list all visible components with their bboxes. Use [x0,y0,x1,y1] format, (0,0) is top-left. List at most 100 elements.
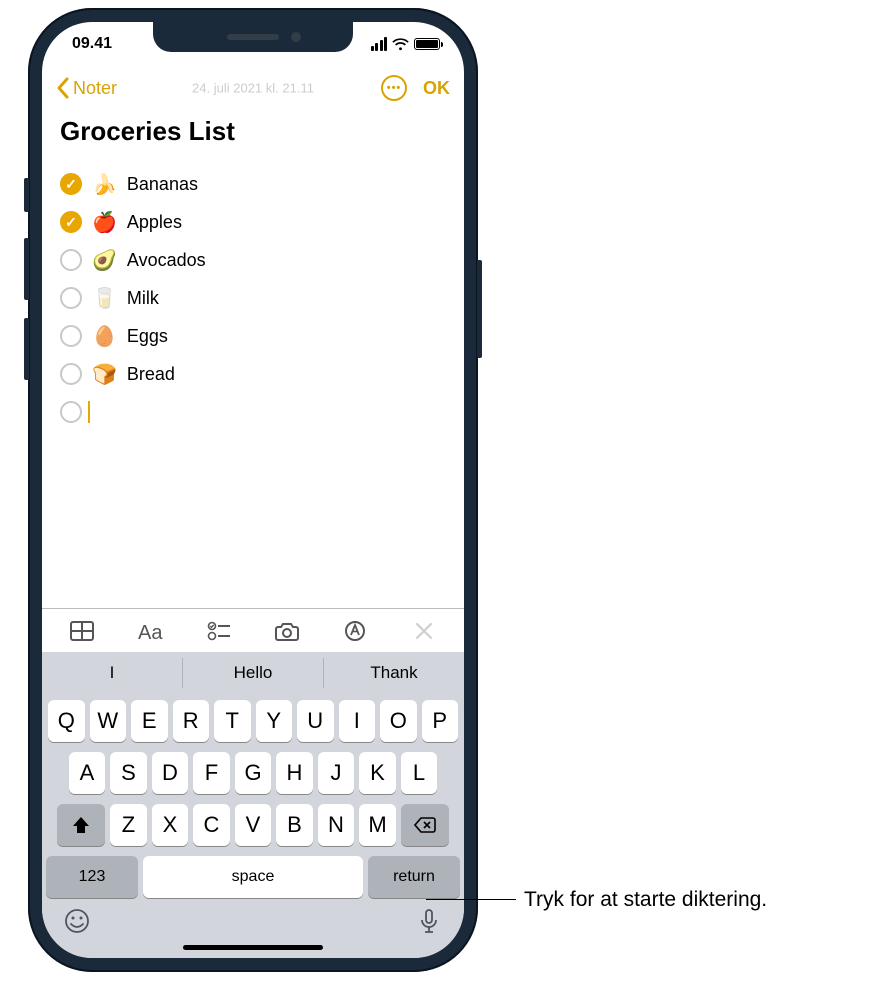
key-s[interactable]: S [110,752,147,794]
key-y[interactable]: Y [256,700,293,742]
nav-right: ••• OK [381,75,450,101]
key-k[interactable]: K [359,752,396,794]
home-indicator[interactable] [183,945,323,950]
return-key[interactable]: return [368,856,460,898]
note-timestamp: 24. juli 2021 kl. 21.11 [192,81,314,96]
numbers-key[interactable]: 123 [46,856,138,898]
checklist-item[interactable]: 🥚 Eggs [60,317,446,355]
back-button[interactable]: Noter [56,77,117,99]
key-f[interactable]: F [193,752,230,794]
suggestion-item[interactable]: I [42,658,182,688]
key-o[interactable]: O [380,700,417,742]
keyboard-row-4: 123 space return [46,856,460,898]
cellular-signal-icon [371,37,388,51]
keyboard: Q W E R T Y U I O P A S D F G H J K L [42,694,464,902]
callout-label: Tryk for at starte diktering. [524,888,767,912]
power-button [477,260,482,358]
suggestion-item[interactable]: Thank [323,658,464,688]
backspace-icon [414,815,436,835]
shift-key[interactable] [57,804,105,846]
markup-button[interactable] [333,611,377,651]
status-time: 09.41 [72,35,112,53]
volume-down-button [24,318,29,380]
format-toolbar: Aa [42,608,464,652]
keyboard-row-3: Z X C V B N M [46,804,460,846]
key-w[interactable]: W [90,700,127,742]
front-camera [291,32,301,42]
key-u[interactable]: U [297,700,334,742]
emoji-keyboard-button[interactable] [62,906,92,936]
shift-icon [70,815,92,835]
key-a[interactable]: A [69,752,106,794]
checklist-item[interactable]: 🥛 Milk [60,279,446,317]
item-emoji: 🍎 [92,210,117,235]
text-cursor [88,401,90,423]
checkbox-unchecked-icon[interactable] [60,325,82,347]
checkbox-unchecked-icon[interactable] [60,363,82,385]
svg-text:Aa: Aa [138,622,163,643]
key-e[interactable]: E [131,700,168,742]
camera-button[interactable] [265,611,309,651]
key-z[interactable]: Z [110,804,147,846]
checkbox-unchecked-icon[interactable] [60,249,82,271]
item-emoji: 🥛 [92,286,117,311]
done-button[interactable]: OK [423,78,450,99]
key-p[interactable]: P [422,700,459,742]
item-emoji: 🥑 [92,248,117,273]
key-m[interactable]: M [359,804,396,846]
table-button[interactable] [60,611,104,651]
key-h[interactable]: H [276,752,313,794]
key-b[interactable]: B [276,804,313,846]
key-n[interactable]: N [318,804,355,846]
chevron-left-icon [56,77,70,99]
key-v[interactable]: V [235,804,272,846]
key-g[interactable]: G [235,752,272,794]
keyboard-suggestions: I Hello Thank [42,652,464,694]
item-label: Milk [127,288,159,309]
key-c[interactable]: C [193,804,230,846]
microphone-icon [416,908,442,934]
item-emoji: 🍌 [92,172,117,197]
key-i[interactable]: I [339,700,376,742]
key-j[interactable]: J [318,752,355,794]
mute-switch [24,178,29,212]
speaker-grill [227,34,279,40]
key-r[interactable]: R [173,700,210,742]
note-title[interactable]: Groceries List [60,116,446,147]
volume-up-button [24,238,29,300]
backspace-key[interactable] [401,804,449,846]
key-t[interactable]: T [214,700,251,742]
checklist-item-empty[interactable] [60,393,446,431]
checkbox-unchecked-icon[interactable] [60,401,82,423]
emoji-icon [64,908,90,934]
callout-leader-line [426,899,516,900]
space-key[interactable]: space [143,856,363,898]
dictation-button[interactable] [414,906,444,936]
checklist-button[interactable] [197,611,241,651]
checkbox-unchecked-icon[interactable] [60,287,82,309]
item-emoji: 🥚 [92,324,117,349]
more-button[interactable]: ••• [381,75,407,101]
item-emoji: 🍞 [92,362,117,387]
key-l[interactable]: L [401,752,438,794]
item-label: Bread [127,364,175,385]
phone-notch [153,22,353,52]
note-body[interactable]: Groceries List 🍌 Bananas 🍎 Apples 🥑 Avoc… [42,110,464,608]
checkbox-checked-icon[interactable] [60,173,82,195]
close-toolbar-button[interactable] [402,611,446,651]
battery-icon [414,38,440,50]
key-d[interactable]: D [152,752,189,794]
suggestion-item[interactable]: Hello [182,658,323,688]
item-label: Eggs [127,326,168,347]
key-q[interactable]: Q [48,700,85,742]
key-x[interactable]: X [152,804,189,846]
text-format-button[interactable]: Aa [128,611,172,651]
item-label: Apples [127,212,182,233]
phone-frame: 09.41 Noter 24. juli 2021 kl. 21.11 ••• … [28,8,478,972]
item-label: Bananas [127,174,198,195]
checkbox-checked-icon[interactable] [60,211,82,233]
checklist-item[interactable]: 🍎 Apples [60,203,446,241]
checklist-item[interactable]: 🥑 Avocados [60,241,446,279]
checklist-item[interactable]: 🍞 Bread [60,355,446,393]
checklist-item[interactable]: 🍌 Bananas [60,165,446,203]
